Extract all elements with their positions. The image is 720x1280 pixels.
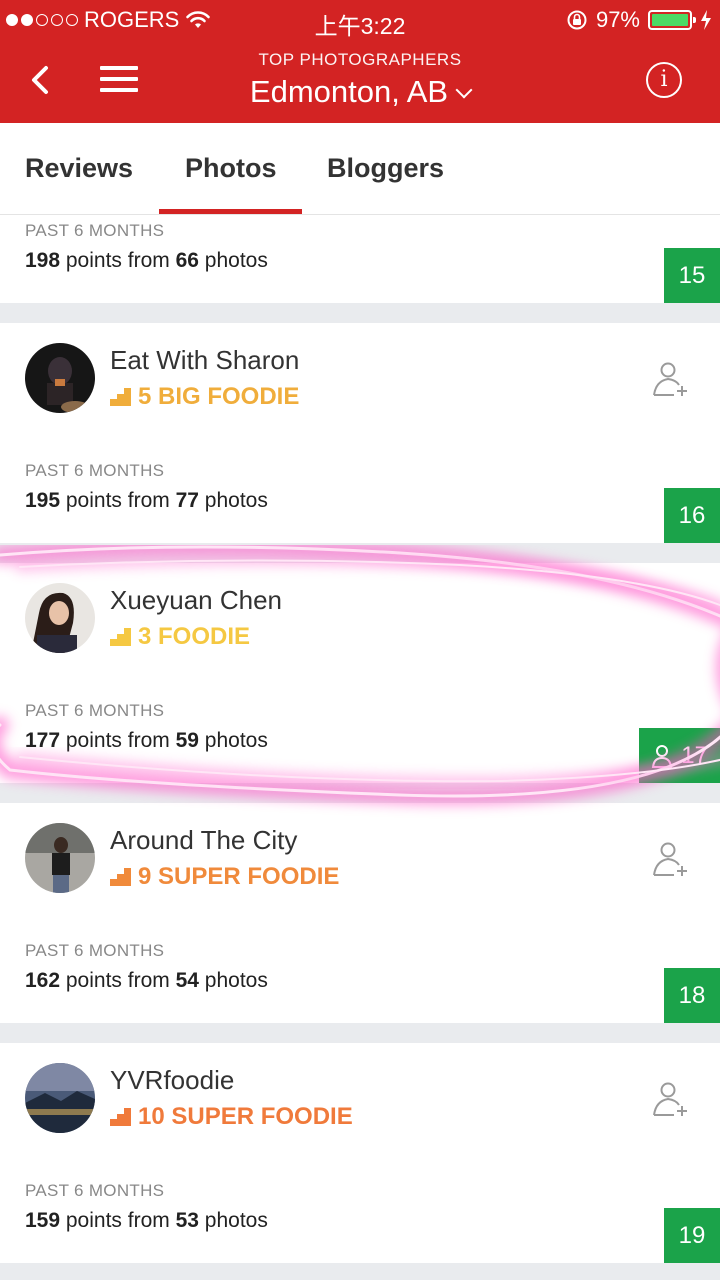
rank-badge: 17 [639, 728, 720, 783]
list-item[interactable]: PAST 6 MONTHS 198 points from 66 photos … [0, 215, 720, 303]
follow-user-icon[interactable] [650, 839, 690, 879]
nav-subtitle: TOP PHOTOGRAPHERS [258, 50, 462, 69]
level-icon [110, 868, 131, 886]
stats-text: 198 points from 66 photos [25, 249, 268, 272]
photographer-list[interactable]: PAST 6 MONTHS 198 points from 66 photos … [0, 215, 720, 1280]
user-name[interactable]: Xueyuan Chen [110, 585, 282, 616]
avatar[interactable] [25, 343, 95, 413]
rank-badge: 15 [664, 248, 720, 303]
stats-text: 195 points from 77 photos [25, 489, 268, 512]
charging-icon [701, 10, 711, 30]
battery-percent: 97% [595, 7, 640, 32]
period-label: PAST 6 MONTHS [25, 941, 165, 960]
tab-bar: Reviews Photos Bloggers [0, 123, 720, 215]
level-icon [110, 388, 131, 406]
follow-user-icon[interactable] [650, 1079, 690, 1119]
elite-level: 10 SUPER FOODIE [110, 1103, 353, 1131]
avatar[interactable] [25, 583, 95, 653]
user-name[interactable]: Around The City [110, 825, 297, 856]
period-label: PAST 6 MONTHS [25, 461, 165, 480]
active-tab-indicator [159, 209, 302, 214]
navigation-bar: TOP PHOTOGRAPHERS Edmonton, AB i [0, 40, 720, 123]
status-bar: ROGERS 上午3:22 97% [0, 0, 720, 40]
list-item[interactable]: Eat With Sharon 5 BIG FOODIE PAST 6 MONT… [0, 323, 720, 543]
tab-reviews[interactable]: Reviews [25, 153, 133, 184]
level-icon [110, 628, 131, 646]
user-icon [652, 744, 673, 768]
elite-level: 5 BIG FOODIE [110, 383, 299, 411]
user-name[interactable]: Eat With Sharon [110, 345, 299, 376]
period-label: PAST 6 MONTHS [25, 1181, 165, 1200]
elite-level: 3 FOODIE [110, 623, 250, 651]
rank-badge: 16 [664, 488, 720, 543]
period-label: PAST 6 MONTHS [25, 221, 165, 240]
list-item[interactable]: YVRfoodie 10 SUPER FOODIE PAST 6 MONTHS … [0, 1043, 720, 1263]
nav-title: Edmonton, AB [249, 74, 449, 109]
chevron-down-icon [455, 81, 473, 99]
app-header: ROGERS 上午3:22 97% TOP PHOTOGRAPHERS Edmo… [0, 0, 720, 123]
stats-text: 177 points from 59 photos [25, 729, 268, 752]
battery-icon [648, 10, 696, 30]
elite-level: 9 SUPER FOODIE [110, 863, 339, 891]
stats-text: 162 points from 54 photos [25, 969, 268, 992]
status-right: 97% [566, 7, 712, 33]
level-icon [110, 1108, 131, 1126]
user-name[interactable]: YVRfoodie [110, 1065, 234, 1096]
rank-badge: 18 [664, 968, 720, 1023]
avatar[interactable] [25, 823, 95, 893]
rank-badge: 19 [664, 1208, 720, 1263]
orientation-lock-icon [567, 10, 587, 30]
avatar[interactable] [25, 1063, 95, 1133]
period-label: PAST 6 MONTHS [25, 701, 165, 720]
follow-user-icon[interactable] [650, 359, 690, 399]
info-icon[interactable]: i [646, 62, 682, 98]
location-selector[interactable]: TOP PHOTOGRAPHERS Edmonton, AB [0, 50, 720, 110]
tab-photos[interactable]: Photos [185, 153, 277, 184]
list-item[interactable]: Xueyuan Chen 3 FOODIE PAST 6 MONTHS 177 … [0, 563, 720, 783]
list-item[interactable]: Around The City 9 SUPER FOODIE PAST 6 MO… [0, 803, 720, 1023]
tab-bloggers[interactable]: Bloggers [327, 153, 444, 184]
stats-text: 159 points from 53 photos [25, 1209, 268, 1232]
